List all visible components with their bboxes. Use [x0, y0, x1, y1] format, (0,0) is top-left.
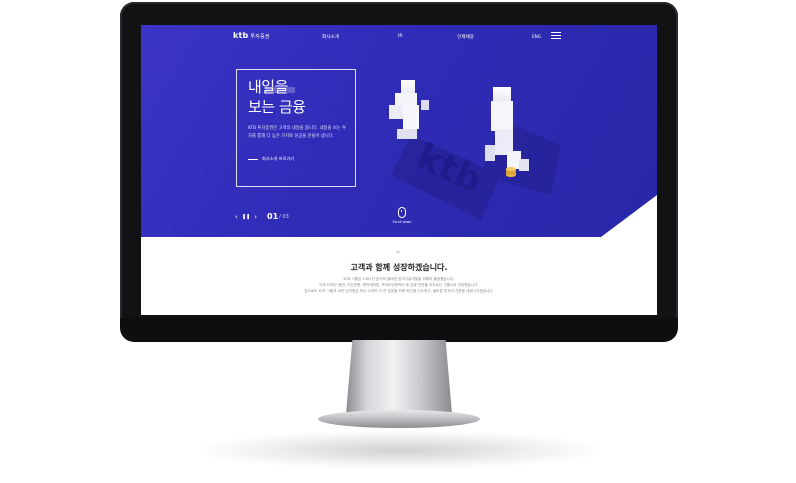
section-paragraph-3: 앞으로도 KTB 그룹과 모든 임직원은 모두 고객의 더 큰 성공을 위해 혁… [304, 289, 494, 293]
scroll-down-indicator[interactable]: Scroll down [392, 207, 412, 224]
section-paragraph-1: KTB 그룹은 1981년 한국의 올바른 한국기술개발을 위해여 출범했습니다… [343, 277, 455, 281]
language-toggle[interactable]: ENG [532, 34, 541, 39]
mouse-icon [398, 207, 406, 218]
logo-subtext: 투자증권 [250, 34, 270, 40]
hero-description: KTB 투자증권은 고객의 내일을 봅니다. 내일을 보는 투자를 통해 더 높… [248, 126, 347, 139]
pager-total: / 03 [279, 213, 289, 220]
nav-item-recruit[interactable]: 인재채용 [457, 34, 474, 40]
monitor-shadow [190, 430, 610, 470]
pager-current: 01 [267, 212, 279, 221]
company-link[interactable]: 회사소개 바로가기 [248, 156, 294, 162]
scroll-down-label: Scroll down [392, 220, 412, 224]
next-arrow-icon[interactable]: › [254, 213, 257, 221]
section-paragraph-2: 이후 KTB는 증권, 자산운용, 벤처캐피탈, 프라이빗에퀴티 등 금융 전반… [319, 283, 479, 287]
prev-arrow-icon[interactable]: ‹ [235, 213, 238, 221]
section-title: 고객과 함께 성장하겠습니다. [350, 263, 448, 272]
hamburger-menu-icon[interactable] [551, 32, 561, 39]
logo-text: ktb [233, 31, 249, 40]
headline-line-2: 보는 금융 [248, 98, 306, 116]
slider-pager: ‹ ❚❚ › 01 / 03 [235, 212, 289, 221]
pause-icon[interactable]: ❚❚ [242, 214, 250, 220]
company-link-label: 회사소개 바로가기 [262, 156, 295, 161]
monitor-stand-base [318, 410, 480, 428]
intro-section: ❝ 고객과 함께 성장하겠습니다. KTB 그룹은 1981년 한국의 올바른 … [141, 237, 657, 315]
ktb-logo[interactable]: ktb 투자증권 [233, 31, 270, 40]
hero-section: ktb ktb 투자증권 회사소개 IR 인재채용 ENG 내일을 보는 금융 … [141, 25, 657, 237]
dash-icon [248, 158, 258, 160]
nav-item-company[interactable]: 회사소개 [322, 34, 339, 40]
headline-line-1: 내일을 [248, 78, 288, 96]
top-navigation: ktb 투자증권 회사소개 IR 인재채용 ENG [141, 25, 657, 47]
hero-illustration: ktb [389, 80, 561, 220]
hero-headline: 내일을 보는 금융 [248, 77, 306, 116]
building-left [389, 80, 429, 139]
quote-icon: ❝ [396, 249, 401, 258]
monitor-chin [120, 318, 678, 342]
coin-stack [506, 167, 516, 177]
nav-item-ir[interactable]: IR [398, 34, 403, 39]
monitor-stand-neck [346, 340, 452, 414]
website-screen: ktb ktb 투자증권 회사소개 IR 인재채용 ENG 내일을 보는 금융 … [141, 25, 657, 315]
